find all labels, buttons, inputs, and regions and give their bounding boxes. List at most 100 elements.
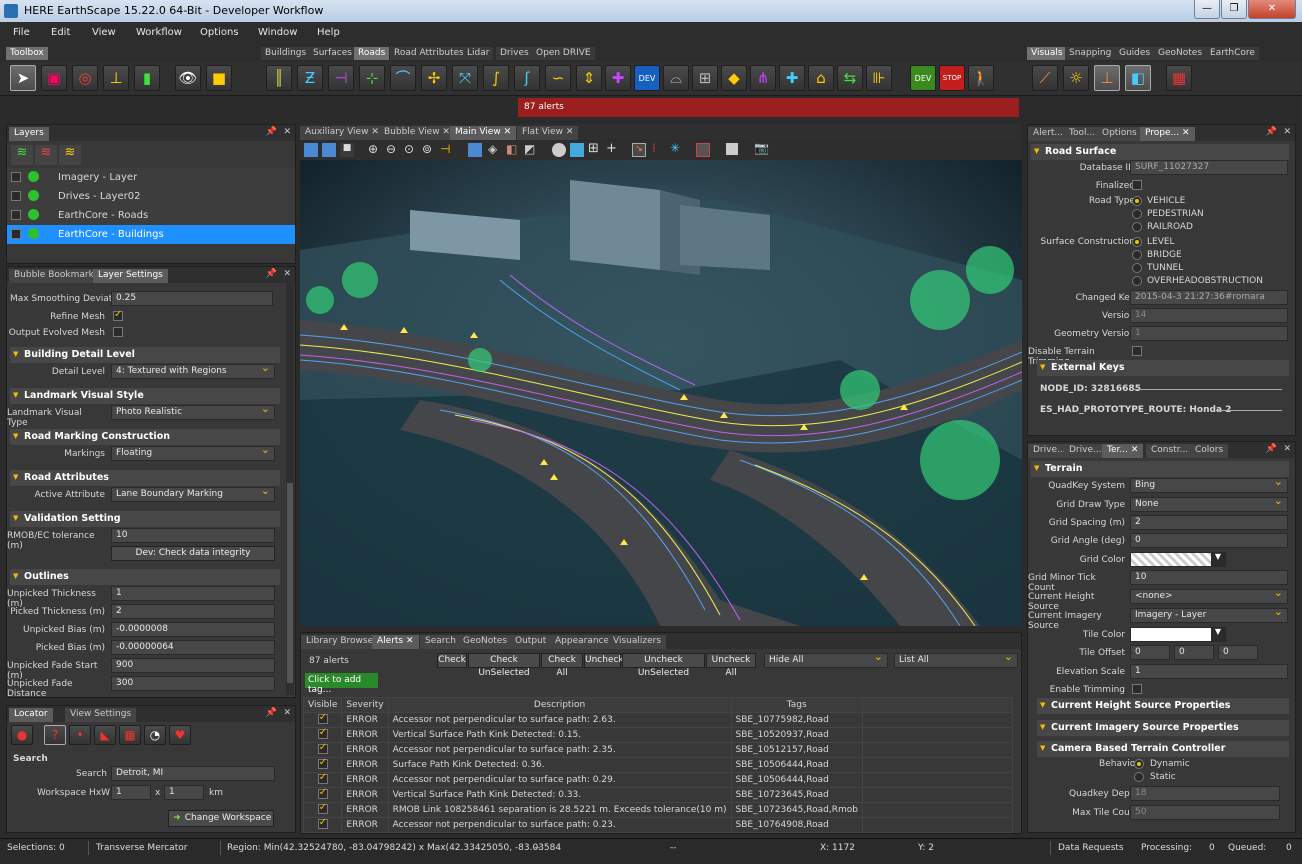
pin-icon[interactable]: 📌 xyxy=(266,269,277,279)
tab-properties[interactable]: Prope... ✕ xyxy=(1140,127,1195,141)
visible-checkbox[interactable] xyxy=(317,802,328,814)
check-all-button[interactable]: Check All xyxy=(541,653,583,678)
rays-icon[interactable]: ☼ xyxy=(1063,65,1089,91)
align-icon[interactable]: ⇕ xyxy=(576,65,602,91)
tile-offset-z[interactable]: 0 xyxy=(1218,645,1258,660)
in-dev-green-icon[interactable]: DEV xyxy=(910,65,936,91)
visible-checkbox[interactable] xyxy=(317,817,328,829)
tab-colors[interactable]: Colors xyxy=(1190,444,1229,458)
monitor-icon[interactable] xyxy=(696,143,710,157)
col-severity[interactable]: Severity xyxy=(341,697,389,713)
construction-radio[interactable] xyxy=(1132,276,1142,286)
clock-icon[interactable]: ◔ xyxy=(144,725,166,745)
layer-row-selected[interactable]: EarthCore - Buildings xyxy=(7,225,295,244)
section-terrain[interactable]: Terrain xyxy=(1031,461,1289,477)
crossing-icon[interactable]: ✚ xyxy=(779,65,805,91)
layer-visible-checkbox[interactable] xyxy=(11,210,21,220)
curve-z-icon[interactable]: Ƶ xyxy=(297,65,323,91)
tab-road-attributes[interactable]: Road Attributes xyxy=(390,47,468,60)
globe-icon[interactable]: ◎ xyxy=(72,65,98,91)
elevation-scale-field[interactable]: 1 xyxy=(1130,664,1288,679)
road-type-radio[interactable] xyxy=(1132,209,1142,219)
tolerance-field[interactable]: 10 xyxy=(111,528,275,543)
layer-add-icon[interactable]: ≋ xyxy=(11,145,33,165)
table-row[interactable]: ERRORAccessor not perpendicular to surfa… xyxy=(302,712,1014,728)
road-sign-icon[interactable]: ◆ xyxy=(721,65,747,91)
marker-icon[interactable]: ⁞ xyxy=(652,141,656,155)
tab-terrain[interactable]: Ter... ✕ xyxy=(1102,444,1144,458)
crosshair-icon[interactable]: + xyxy=(606,141,617,156)
sphere-icon[interactable] xyxy=(552,143,566,157)
tab-layer-settings[interactable]: Layer Settings xyxy=(93,269,168,283)
axis-icon[interactable]: ⊥ xyxy=(103,65,129,91)
grid-draw-type-select[interactable]: None xyxy=(1130,494,1288,512)
camera-view-icon[interactable] xyxy=(304,143,318,157)
axes-visual-icon[interactable]: ⟋ xyxy=(1032,65,1058,91)
behavior-radio[interactable] xyxy=(1134,759,1144,769)
stop-line-icon[interactable]: ⊪ xyxy=(866,65,892,91)
section-outlines[interactable]: Outlines xyxy=(10,569,280,585)
screenshot-camera-icon[interactable]: 📷 xyxy=(754,141,769,155)
close-icon[interactable]: ✕ xyxy=(283,708,291,718)
disable-terrain-checkbox[interactable] xyxy=(1132,346,1142,356)
tab-visualizers[interactable]: Visualizers xyxy=(608,635,667,649)
section-landmark[interactable]: Landmark Visual Style xyxy=(10,388,280,404)
table-row[interactable]: ERRORVertical Surface Path Kink Detected… xyxy=(302,787,1014,803)
minimize-icon[interactable]: — xyxy=(1194,0,1220,19)
layer-visible-checkbox[interactable] xyxy=(11,172,21,182)
quadkey-system-select[interactable]: Bing xyxy=(1130,475,1288,493)
close-icon[interactable]: ✕ xyxy=(1248,0,1296,19)
section-building-detail[interactable]: Building Detail Level xyxy=(10,347,280,363)
tab-earthcore[interactable]: EarthCore xyxy=(1206,47,1259,60)
visible-checkbox[interactable] xyxy=(317,712,328,724)
visible-checkbox[interactable] xyxy=(317,772,328,784)
map-pin-icon[interactable]: ● xyxy=(11,725,33,745)
grid-spacing-field[interactable]: 2 xyxy=(1130,515,1288,530)
grid-angle-field[interactable]: 0 xyxy=(1130,533,1288,548)
help-marker-icon[interactable]: ? xyxy=(44,725,66,745)
check-unselected-button[interactable]: Check UnSelected xyxy=(468,653,540,678)
workspace-height-field[interactable]: 1 xyxy=(111,785,151,800)
pin-icon[interactable]: 📌 xyxy=(266,127,277,137)
section-validation[interactable]: Validation Setting xyxy=(10,511,280,527)
tab-layers[interactable]: Layers xyxy=(9,127,49,141)
pedestrian-icon[interactable]: 🚶 xyxy=(968,65,994,91)
section-height-source-props[interactable]: Current Height Source Properties xyxy=(1037,698,1289,714)
workspace-width-field[interactable]: 1 xyxy=(164,785,204,800)
alerts-banner[interactable]: 87 alerts xyxy=(518,98,1019,117)
max-tile-field[interactable]: 50 xyxy=(1130,805,1280,820)
add-node-icon[interactable]: ⊹ xyxy=(359,65,385,91)
visible-checkbox[interactable] xyxy=(317,787,328,799)
tab-output[interactable]: Output xyxy=(510,635,552,649)
wall-icon[interactable]: ◧ xyxy=(1125,65,1151,91)
output-evolved-checkbox[interactable] xyxy=(113,327,123,337)
merge-arrow-icon[interactable]: ⤧ xyxy=(452,65,478,91)
tab-visuals[interactable]: Visuals xyxy=(1027,47,1067,60)
tab-tool[interactable]: Tool... xyxy=(1064,127,1101,141)
finalized-checkbox[interactable] xyxy=(1132,180,1142,190)
table-row[interactable]: ERRORRMOB Link 108258461 separation is 2… xyxy=(302,802,1014,818)
outline-field[interactable]: 900 xyxy=(111,658,275,673)
curve-up-icon[interactable]: ⌒ xyxy=(390,65,416,91)
width-measure-icon[interactable]: ⊣ xyxy=(328,65,354,91)
height-source-select[interactable]: <none> xyxy=(1130,586,1288,604)
outline-field[interactable]: -0.00000064 xyxy=(111,640,275,655)
tab-view-settings[interactable]: View Settings xyxy=(65,708,137,722)
lane-split-icon[interactable]: ⇆ xyxy=(837,65,863,91)
section-road-surface[interactable]: Road Surface xyxy=(1031,144,1289,160)
tile-color-picker[interactable]: ▼ xyxy=(1130,627,1226,642)
video-icon[interactable]: ■ xyxy=(340,143,354,157)
tab-drive-2[interactable]: Drive... xyxy=(1064,444,1107,458)
zoom-fit-icon[interactable]: ⊙ xyxy=(404,142,414,156)
col-visible[interactable]: Visible xyxy=(302,697,343,713)
section-road-attributes[interactable]: Road Attributes xyxy=(10,470,280,486)
select-arrow-icon[interactable]: ➤ xyxy=(10,65,36,91)
tab-construction[interactable]: Constr... xyxy=(1146,444,1194,458)
layer-row[interactable]: Drives - Layer02 xyxy=(7,187,295,206)
database-id-field[interactable]: SURF_11027327 xyxy=(1130,160,1288,175)
pin-icon[interactable]: 📌 xyxy=(266,708,277,718)
tab-bubble-view[interactable]: Bubble View ✕ xyxy=(379,126,455,140)
tab-lidar[interactable]: Lidar xyxy=(463,47,494,60)
refine-mesh-checkbox[interactable] xyxy=(113,309,123,321)
menu-view[interactable]: View xyxy=(92,27,116,38)
